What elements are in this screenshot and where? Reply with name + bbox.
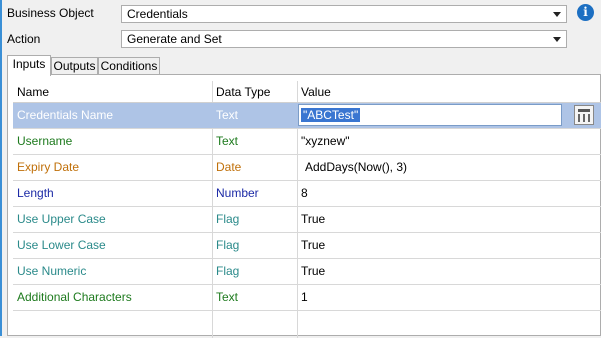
row-type: Text (216, 134, 239, 148)
row-name: Username (17, 134, 73, 148)
table-row[interactable]: Username Text "xyznew" (13, 129, 601, 155)
table-row[interactable]: Additional Characters Text 1 (13, 285, 601, 311)
calculator-icon[interactable] (574, 105, 594, 125)
window-accent-bar (0, 0, 2, 336)
row-name: Credentials Name (17, 108, 114, 122)
row-type: Flag (216, 212, 240, 226)
row-name: Expiry Date (17, 160, 80, 174)
row-type: Flag (216, 238, 240, 252)
business-object-label: Business Object (7, 6, 94, 20)
header-value[interactable]: Value (301, 81, 331, 103)
row-value[interactable]: 8 (301, 181, 308, 206)
row-value[interactable]: True (301, 233, 325, 258)
header-name[interactable]: Name (17, 81, 49, 103)
value-text[interactable]: "ABCTest" (301, 108, 361, 122)
row-type: Number (216, 186, 259, 200)
table-row[interactable]: Length Number 8 (13, 181, 601, 207)
chevron-down-icon[interactable] (553, 12, 561, 17)
row-name: Use Upper Case (17, 212, 106, 226)
inputs-panel: Name Data Type Value Credentials Name Te… (7, 74, 601, 338)
table-row[interactable]: Credentials Name Text "ABCTest" (13, 103, 601, 129)
row-type: Flag (216, 264, 240, 278)
row-type: Text (216, 108, 239, 122)
row-value[interactable]: True (301, 207, 325, 232)
header-data-type[interactable]: Data Type (216, 81, 270, 103)
grid-header-row: Name Data Type Value (13, 81, 601, 103)
action-select[interactable]: Generate and Set (121, 30, 567, 48)
row-name: Use Lower Case (17, 238, 106, 252)
action-label: Action (7, 32, 41, 46)
tab-inputs[interactable]: Inputs (7, 55, 51, 76)
row-name: Use Numeric (17, 264, 87, 278)
business-object-value: Credentials (127, 7, 188, 21)
chevron-down-icon[interactable] (553, 37, 561, 42)
row-value[interactable]: True (301, 259, 325, 284)
value-input[interactable]: "ABCTest" (298, 104, 562, 126)
row-type: Date (216, 160, 242, 174)
info-icon[interactable]: i (577, 4, 594, 21)
table-row[interactable]: Use Upper Case Flag True (13, 207, 601, 233)
row-name: Additional Characters (17, 290, 132, 304)
table-row[interactable]: Use Numeric Flag True (13, 259, 601, 285)
row-value[interactable]: "xyznew" (301, 129, 350, 154)
row-name: Length (17, 186, 54, 200)
business-object-select[interactable]: Credentials (121, 5, 567, 23)
table-row[interactable]: Expiry Date Date AddDays(Now(), 3) (13, 155, 601, 181)
row-value[interactable]: AddDays(Now(), 3) (305, 155, 407, 180)
action-value: Generate and Set (127, 32, 222, 46)
table-row[interactable]: Use Lower Case Flag True (13, 233, 601, 259)
row-type: Text (216, 290, 239, 304)
row-value[interactable]: 1 (301, 285, 308, 310)
